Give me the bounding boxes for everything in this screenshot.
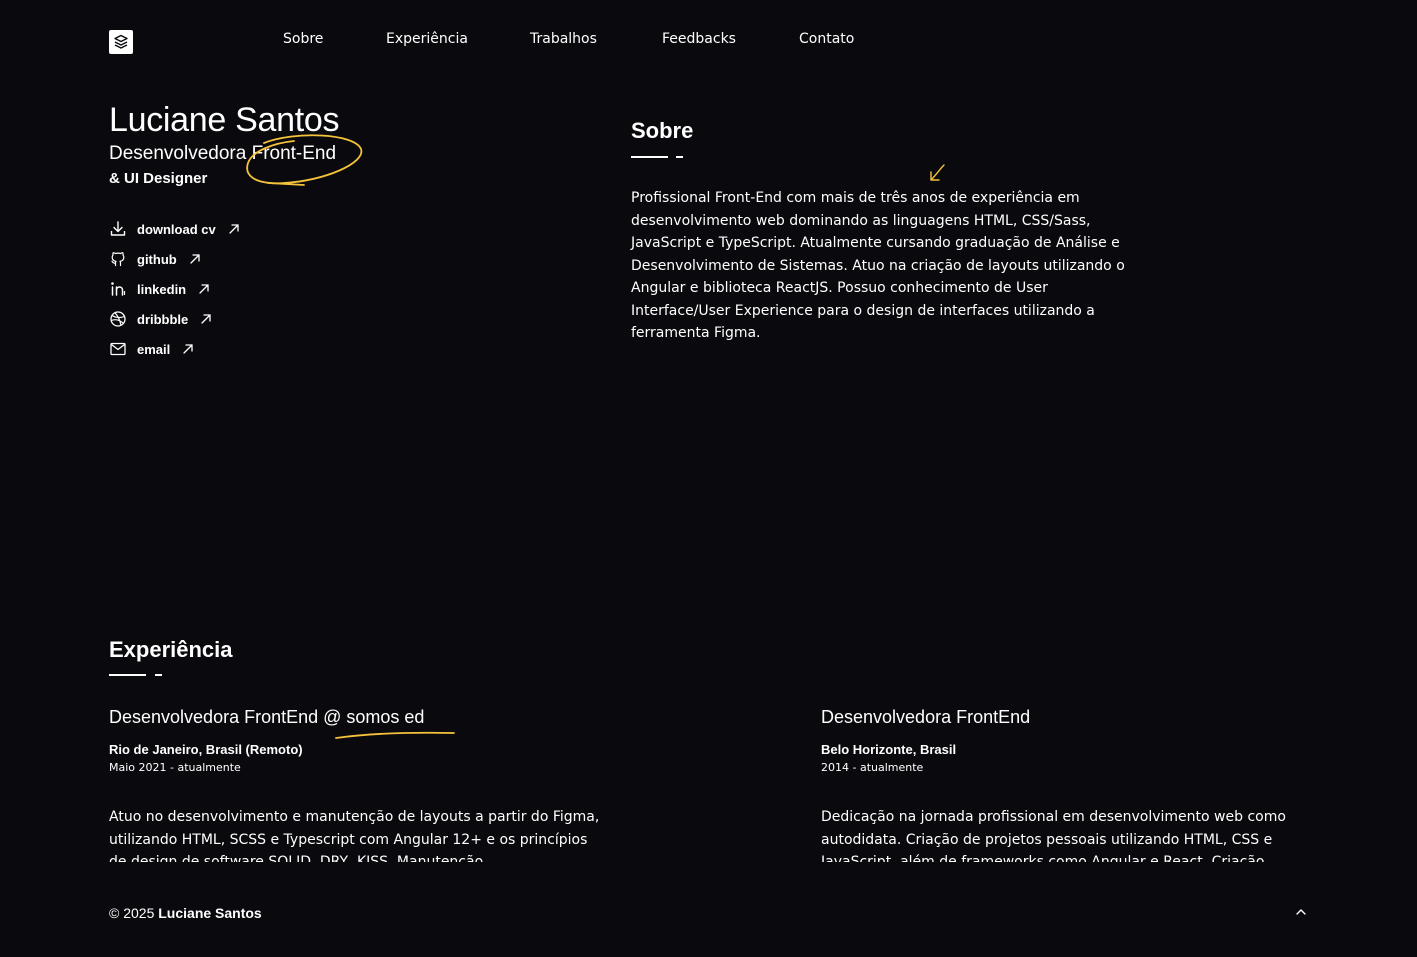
hero-subtitle: & UI Designer bbox=[109, 170, 208, 187]
linkedin-label: linkedin bbox=[137, 281, 187, 297]
nav-experiencia[interactable]: Experiência bbox=[386, 31, 468, 47]
external-arrow-icon bbox=[190, 254, 200, 264]
email-link[interactable]: email bbox=[109, 339, 194, 359]
about-title: Sobre bbox=[631, 118, 694, 143]
github-link[interactable]: github bbox=[109, 249, 201, 269]
experience-title: Experiência bbox=[109, 637, 233, 662]
copyright-name: Luciane Santos bbox=[158, 905, 262, 921]
layers-icon[interactable] bbox=[109, 30, 133, 54]
job-description: Dedicação na jornada profissional em des… bbox=[821, 809, 1286, 862]
copyright-prefix: © 2025 bbox=[109, 905, 155, 921]
arrow-down-left-icon bbox=[930, 164, 945, 181]
job-location: Belo Horizonte, Brasil bbox=[821, 742, 957, 757]
github-icon bbox=[111, 252, 125, 267]
chevron-up-icon[interactable] bbox=[1294, 905, 1308, 919]
dribbble-link[interactable]: dribbble bbox=[109, 309, 212, 329]
job-description: Atuo no desenvolvimento e manutenção de … bbox=[109, 809, 600, 862]
nav-contato[interactable]: Contato bbox=[799, 31, 854, 47]
mail-icon bbox=[110, 342, 126, 356]
section-divider bbox=[109, 674, 146, 676]
external-arrow-icon bbox=[229, 224, 239, 234]
nav-trabalhos[interactable]: Trabalhos bbox=[530, 31, 597, 47]
job-card: Desenvolvedora FrontEnd Belo Horizonte, … bbox=[821, 707, 1321, 862]
nav-feedbacks[interactable]: Feedbacks bbox=[662, 31, 736, 47]
job-period: Maio 2021 - atualmente bbox=[109, 761, 241, 774]
nav-sobre[interactable]: Sobre bbox=[283, 31, 323, 47]
github-label: github bbox=[137, 251, 177, 267]
job-location: Rio de Janeiro, Brasil (Remoto) bbox=[109, 742, 303, 757]
linkedin-icon bbox=[111, 282, 126, 296]
dribbble-label: dribbble bbox=[137, 311, 189, 327]
about-text: Profissional Front-End com mais de três … bbox=[631, 190, 1125, 341]
highlight-circle-decoration bbox=[246, 134, 363, 186]
footer-copyright: © 2025 Luciane Santos bbox=[109, 905, 262, 921]
underline-decoration bbox=[335, 731, 455, 739]
section-divider-dot bbox=[155, 674, 162, 676]
job-title: Desenvolvedora FrontEnd @ somos ed bbox=[109, 707, 425, 727]
external-arrow-icon bbox=[183, 344, 193, 354]
download-cv-link[interactable]: download cv bbox=[109, 219, 240, 239]
download-icon bbox=[110, 221, 126, 236]
page: Sobre Experiência Trabalhos Feedbacks Co… bbox=[0, 0, 1417, 957]
job-title: Desenvolvedora FrontEnd bbox=[821, 707, 1031, 727]
job-period: 2014 - atualmente bbox=[821, 761, 924, 774]
dribbble-icon bbox=[110, 311, 126, 327]
linkedin-link[interactable]: linkedin bbox=[109, 279, 210, 299]
section-divider bbox=[631, 156, 668, 158]
download-cv-label: download cv bbox=[137, 221, 216, 237]
external-arrow-icon bbox=[199, 284, 209, 294]
section-divider-dot bbox=[676, 156, 683, 158]
email-label: email bbox=[137, 341, 171, 357]
external-arrow-icon bbox=[201, 314, 211, 324]
